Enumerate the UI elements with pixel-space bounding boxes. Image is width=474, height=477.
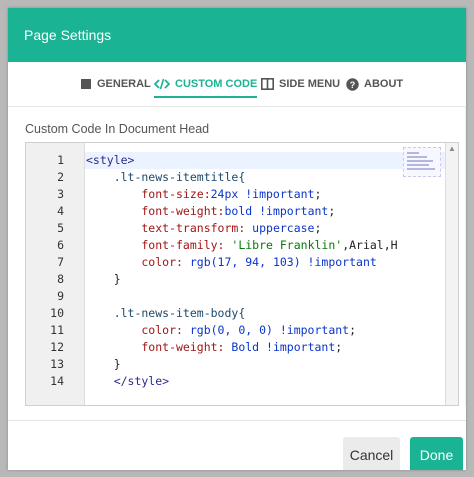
code-token: rgb(17, 94, 103) !important bbox=[189, 255, 377, 269]
tab-about-label: ABOUT bbox=[364, 78, 404, 90]
code-line: } bbox=[86, 271, 121, 288]
code-line: font-weight:bold !important; bbox=[86, 203, 335, 220]
code-token: font-weight: bbox=[86, 204, 225, 218]
code-minimap[interactable] bbox=[403, 147, 441, 177]
code-line: font-family: 'Libre Franklin',Arial,H bbox=[86, 237, 398, 254]
page-settings-dialog: Page Settings GENERAL CUSTOM CODE SIDE M… bbox=[8, 8, 466, 470]
question-circle-icon: ? bbox=[346, 77, 359, 91]
code-token: } bbox=[86, 272, 121, 286]
tab-general-label: GENERAL bbox=[97, 78, 151, 90]
code-line: <style> bbox=[86, 152, 134, 169]
code-token: ; bbox=[349, 323, 357, 337]
dialog-header: Page Settings bbox=[8, 8, 466, 62]
code-line: } bbox=[86, 356, 121, 373]
code-token: color: bbox=[86, 255, 190, 269]
code-token: uppercase bbox=[252, 221, 315, 235]
code-token: .lt-news-item-body{ bbox=[86, 306, 246, 320]
code-line: </style> bbox=[86, 373, 169, 390]
line-number: 6 bbox=[57, 238, 64, 252]
code-line: color: rgb(0, 0, 0) !important; bbox=[86, 322, 356, 339]
code-area[interactable]: <style> .lt-news-itemtitle{ font-size:24… bbox=[86, 143, 406, 405]
tab-side-menu[interactable]: SIDE MENU bbox=[261, 75, 340, 93]
tab-about[interactable]: ? ABOUT bbox=[346, 75, 403, 93]
editor-scrollbar[interactable]: ▲ bbox=[445, 143, 458, 405]
code-line: .lt-news-item-body{ bbox=[86, 305, 246, 322]
code-token: <style> bbox=[86, 153, 135, 167]
code-token: ,Arial,H bbox=[342, 238, 398, 252]
dialog-footer: Cancel Done bbox=[8, 420, 466, 470]
code-line: text-transform: uppercase; bbox=[86, 220, 321, 237]
code-token: } bbox=[86, 357, 121, 371]
dialog-title: Page Settings bbox=[24, 27, 112, 43]
line-number: 7 bbox=[57, 255, 64, 269]
code-line: font-size:24px !important; bbox=[86, 186, 321, 203]
line-number: 5 bbox=[57, 221, 64, 235]
done-button[interactable]: Done bbox=[410, 437, 463, 470]
code-token: Bold !important bbox=[231, 340, 336, 354]
code-token: text-transform: bbox=[86, 221, 253, 235]
settings-tabs: GENERAL CUSTOM CODE SIDE MENU ? ABOUT bbox=[8, 62, 466, 107]
columns-icon bbox=[261, 78, 274, 90]
code-token: ; bbox=[328, 204, 336, 218]
code-line: .lt-news-itemtitle{ bbox=[86, 169, 246, 186]
line-number: 4 bbox=[57, 204, 64, 218]
tab-custom-code[interactable]: CUSTOM CODE bbox=[154, 75, 258, 98]
code-token: ; bbox=[314, 221, 322, 235]
line-number: 3 bbox=[57, 187, 64, 201]
line-number: 12 bbox=[50, 340, 64, 354]
line-number: 14 bbox=[50, 374, 64, 388]
tab-general[interactable]: GENERAL bbox=[80, 75, 151, 93]
square-icon bbox=[80, 78, 92, 90]
code-token: rgb(0, 0, 0) !important bbox=[189, 323, 350, 337]
code-token: font-weight: bbox=[86, 340, 232, 354]
code-token: font-size: bbox=[86, 187, 211, 201]
code-token: .lt-news-itemtitle{ bbox=[86, 170, 246, 184]
line-number: 8 bbox=[57, 272, 64, 286]
line-number: 11 bbox=[50, 323, 64, 337]
code-token: </style> bbox=[86, 374, 170, 388]
code-line: font-weight: Bold !important; bbox=[86, 339, 342, 356]
tab-custom-code-label: CUSTOM CODE bbox=[175, 78, 258, 90]
line-number: 9 bbox=[57, 289, 64, 303]
custom-code-head-label: Custom Code In Document Head bbox=[25, 122, 210, 136]
code-token: ; bbox=[314, 187, 322, 201]
tab-side-menu-label: SIDE MENU bbox=[279, 78, 341, 90]
code-token: ; bbox=[335, 340, 343, 354]
code-token: 'Libre Franklin' bbox=[231, 238, 343, 252]
svg-text:?: ? bbox=[350, 80, 356, 90]
code-token: bold !important bbox=[224, 204, 329, 218]
code-token: font-family: bbox=[86, 238, 232, 252]
scroll-up-icon[interactable]: ▲ bbox=[448, 145, 456, 153]
line-number: 13 bbox=[50, 357, 64, 371]
line-number: 10 bbox=[50, 306, 64, 320]
line-number-gutter: 1 2 3 4 5 6 7 8 9 10 11 12 13 14 bbox=[26, 143, 85, 405]
cancel-button[interactable]: Cancel bbox=[343, 437, 400, 470]
dialog-scrollbar[interactable] bbox=[465, 106, 466, 406]
code-token: color: bbox=[86, 323, 190, 337]
code-token: 24px !important bbox=[210, 187, 315, 201]
code-icon bbox=[154, 78, 170, 90]
code-editor[interactable]: 1 2 3 4 5 6 7 8 9 10 11 12 13 14 <style> .lt-news-ite… bbox=[25, 142, 459, 406]
line-number: 2 bbox=[57, 170, 64, 184]
line-number: 1 bbox=[57, 153, 64, 167]
code-line: color: rgb(17, 94, 103) !important bbox=[86, 254, 377, 271]
